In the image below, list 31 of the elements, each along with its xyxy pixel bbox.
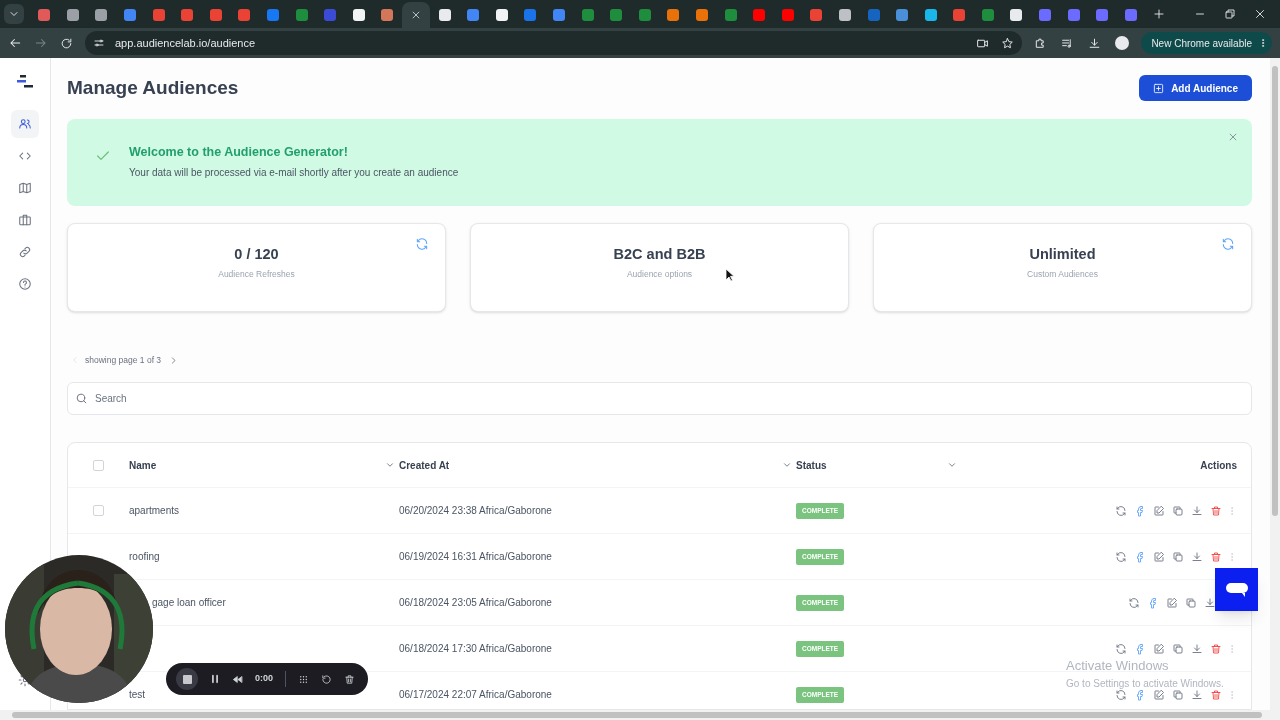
page-title: Manage Audiences (67, 75, 239, 100)
table-cell: test (129, 689, 146, 700)
os-notice-title: Activate Windows (1066, 657, 1170, 675)
stat-label: Custom Audiences (1027, 267, 1098, 281)
recording-time: 0:00 (255, 672, 273, 686)
table-cell-text: 06/18/2024 23:05 Africa/Gaborone (399, 596, 553, 610)
column-header[interactable]: Status (796, 457, 961, 473)
table-cell: gage loan officer (152, 597, 226, 608)
alert-message: Your data will be processed via e-mail shortly after you create an audience (129, 165, 459, 180)
update-chip[interactable]: New Chrome available (1141, 32, 1272, 54)
table-cell-text: 06/20/2024 23:38 Africa/Gaborone (399, 504, 553, 518)
search-field[interactable]: Search (67, 382, 1252, 415)
address-bar[interactable]: app.audiencelab.io/audience (85, 31, 1023, 55)
os-notice-message: Go to Settings to activate Windows. (1066, 676, 1224, 691)
stat-value: B2C and B2B (613, 245, 706, 264)
table-cell-text: 06/17/2024 22:07 Africa/Gaborone (399, 688, 553, 702)
column-header: Actions (1200, 458, 1237, 473)
add-audience-button[interactable]: Add Audience (1139, 75, 1252, 101)
table-cell: roofing (129, 551, 160, 562)
alert-title: Welcome to the Audience Generator! (129, 144, 349, 162)
stat-label: Audience options (626, 267, 693, 281)
stat-value: 0 / 120 (234, 245, 279, 264)
stat-label: Audience Refreshes (218, 267, 295, 281)
url-text: app.audiencelab.io/audience (115, 35, 256, 51)
column-header[interactable]: Name (129, 457, 399, 473)
pagination-text: showing page 1 of 3 (85, 353, 162, 367)
stat-value: Unlimited (1029, 245, 1096, 264)
table-cell: apartments (129, 505, 180, 516)
table-cell-text: 06/18/2024 17:30 Africa/Gaborone (399, 642, 553, 656)
column-header[interactable]: Created At (399, 457, 796, 473)
table-cell-text: 06/19/2024 16:31 Africa/Gaborone (399, 550, 553, 564)
